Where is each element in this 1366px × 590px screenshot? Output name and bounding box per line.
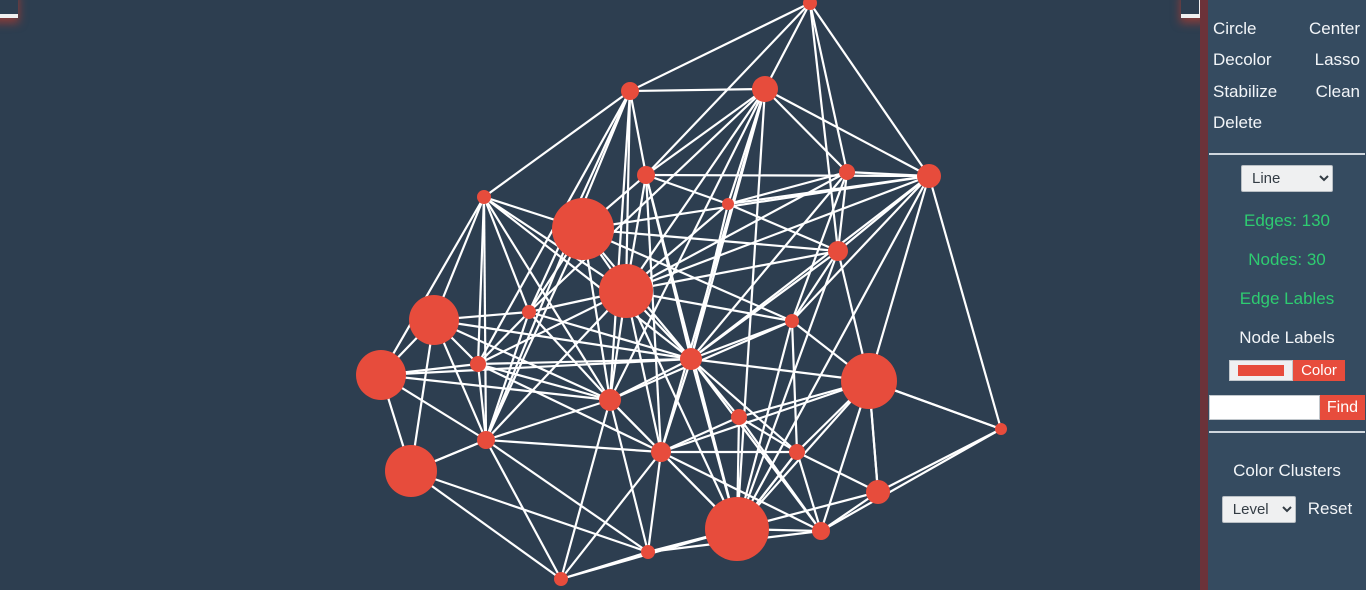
graph-node[interactable] [522, 305, 536, 319]
graph-edge[interactable] [790, 320, 799, 453]
cluster-controls-row: Level123 Reset [1208, 495, 1366, 523]
reset-button[interactable]: Reset [1308, 499, 1352, 519]
graph-edge[interactable] [796, 451, 879, 493]
color-clusters-panel: Color Clusters Level123 Reset [1208, 433, 1366, 523]
find-row: Find [1208, 394, 1366, 420]
color-button[interactable]: Color [1293, 359, 1345, 381]
graph-edge[interactable] [628, 90, 648, 176]
graph-edge[interactable] [485, 438, 662, 454]
graph-edge[interactable] [410, 469, 649, 554]
graph-node[interactable] [828, 241, 848, 261]
sidebar: Circle Center Decolor Lasso Stabilize Cl… [1200, 0, 1366, 590]
graph-edge[interactable] [629, 2, 811, 92]
app-root: Circle Center Decolor Lasso Stabilize Cl… [0, 0, 1366, 590]
graph-node[interactable] [917, 164, 941, 188]
graph-node[interactable] [599, 264, 653, 318]
stabilize-button[interactable]: Stabilize [1213, 81, 1288, 102]
delete-button[interactable]: Delete [1213, 112, 1288, 133]
graph-edge[interactable] [560, 451, 662, 580]
graph-node[interactable] [651, 442, 671, 462]
graph-node[interactable] [866, 480, 890, 504]
graph-edge[interactable] [625, 174, 930, 293]
graph-edge[interactable] [645, 173, 930, 178]
center-button[interactable]: Center [1288, 18, 1363, 39]
graph-edge[interactable] [560, 550, 649, 581]
line-style-select[interactable]: LineCurveArrow [1241, 164, 1333, 192]
graph-node[interactable] [409, 295, 459, 345]
nodes-count-label[interactable]: Nodes: 30 [1208, 250, 1366, 270]
graph-edge[interactable] [927, 175, 1003, 430]
graph-node[interactable] [812, 522, 830, 540]
graph-node[interactable] [785, 314, 799, 328]
graph-node[interactable] [599, 389, 621, 411]
graph-edge[interactable] [559, 399, 612, 580]
graph-edge[interactable] [476, 196, 486, 365]
graph-node[interactable] [705, 497, 769, 561]
graph-edge[interactable] [380, 196, 485, 376]
graph-node[interactable] [841, 353, 897, 409]
find-input[interactable] [1209, 394, 1320, 420]
graph-node[interactable] [356, 350, 406, 400]
graph-node[interactable] [554, 572, 568, 586]
network-graph[interactable] [0, 0, 1200, 590]
color-clusters-title: Color Clusters [1233, 460, 1341, 480]
graph-node[interactable] [385, 445, 437, 497]
graph-node[interactable] [470, 356, 486, 372]
find-button[interactable]: Find [1319, 394, 1365, 420]
graph-edge[interactable] [625, 290, 738, 530]
graph-node[interactable] [995, 423, 1007, 435]
graph-edge[interactable] [482, 196, 488, 441]
graph-edge[interactable] [795, 451, 823, 532]
graph-edge[interactable] [764, 88, 930, 177]
edge-labels-toggle[interactable]: Edge Lables [1208, 289, 1366, 309]
graph-edge[interactable] [764, 88, 848, 173]
graph-node[interactable] [839, 164, 855, 180]
edges-count-label[interactable]: Edges: 130 [1208, 211, 1366, 231]
graph-edge[interactable] [727, 170, 848, 206]
sidebar-inner: Circle Center Decolor Lasso Stabilize Cl… [1208, 0, 1366, 590]
cluster-level-select[interactable]: Level123 [1221, 495, 1296, 523]
circle-button[interactable]: Circle [1213, 18, 1288, 39]
graph-edge[interactable] [645, 88, 766, 176]
node-layer[interactable] [356, 0, 1007, 586]
graph-node[interactable] [752, 76, 778, 102]
graph-edge[interactable] [808, 2, 840, 252]
edge-layer [379, 2, 1003, 581]
graph-edge[interactable] [764, 2, 811, 90]
color-picker-swatch[interactable] [1229, 359, 1294, 381]
lasso-button[interactable]: Lasso [1288, 49, 1363, 70]
graph-node[interactable] [621, 82, 639, 100]
command-grid: Circle Center Decolor Lasso Stabilize Cl… [1208, 0, 1366, 144]
graph-edge[interactable] [433, 318, 692, 361]
graph-edge[interactable] [660, 415, 740, 454]
graph-node[interactable] [637, 166, 655, 184]
graph-node[interactable] [477, 431, 495, 449]
graph-node[interactable] [722, 198, 734, 210]
graph-node[interactable] [680, 348, 702, 370]
graph-edge[interactable] [528, 310, 692, 361]
clean-button[interactable]: Clean [1288, 81, 1363, 102]
graph-node[interactable] [641, 545, 655, 559]
graph-node[interactable] [789, 444, 805, 460]
graph-edge[interactable] [410, 470, 562, 580]
graph-node[interactable] [552, 198, 614, 260]
graph-node[interactable] [477, 190, 491, 204]
decolor-button[interactable]: Decolor [1213, 49, 1288, 70]
color-swatch-fill [1238, 364, 1285, 376]
graph-canvas[interactable] [0, 0, 1200, 590]
graph-edge[interactable] [629, 87, 766, 93]
graph-edge[interactable] [477, 363, 662, 453]
color-row: Color [1208, 359, 1366, 381]
graph-node[interactable] [731, 409, 747, 425]
node-labels-toggle[interactable]: Node Labels [1208, 328, 1366, 348]
graph-options-panel: LineCurveArrow Edges: 130 Nodes: 30 Edge… [1208, 155, 1366, 420]
